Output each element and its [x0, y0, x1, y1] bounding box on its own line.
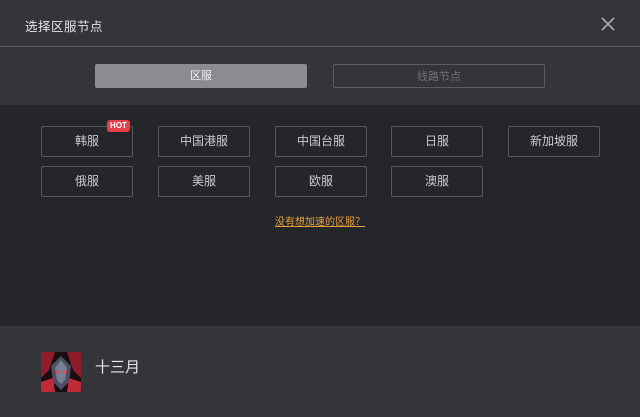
- region-button-hk[interactable]: 中国港服: [158, 126, 250, 157]
- region-button-sg[interactable]: 新加坡服: [508, 126, 600, 157]
- tab-bar: 区服 线路节点: [0, 47, 640, 105]
- region-button-au[interactable]: 澳服: [391, 166, 483, 197]
- close-icon[interactable]: [599, 15, 617, 33]
- region-button-tw[interactable]: 中国台服: [275, 126, 367, 157]
- region-select-dialog: 选择区服节点 区服 线路节点 韩服 中国港服 中国台服 日服 新加坡服 俄服 美…: [0, 0, 640, 417]
- tab-regions[interactable]: 区服: [95, 64, 307, 88]
- missing-region-link[interactable]: 没有想加速的区服？: [0, 213, 640, 228]
- region-button-us[interactable]: 美服: [158, 166, 250, 197]
- dialog-header: 选择区服节点: [0, 0, 640, 47]
- user-avatar[interactable]: [41, 352, 81, 392]
- dialog-title: 选择区服节点: [25, 19, 104, 34]
- avatar-image: [41, 352, 81, 392]
- hot-badge: HOT: [107, 120, 130, 132]
- region-button-eu[interactable]: 欧服: [275, 166, 367, 197]
- region-button-jp[interactable]: 日服: [391, 126, 483, 157]
- tab-line-nodes[interactable]: 线路节点: [333, 64, 545, 88]
- username: 十三月: [95, 358, 141, 376]
- region-button-ru[interactable]: 俄服: [41, 166, 133, 197]
